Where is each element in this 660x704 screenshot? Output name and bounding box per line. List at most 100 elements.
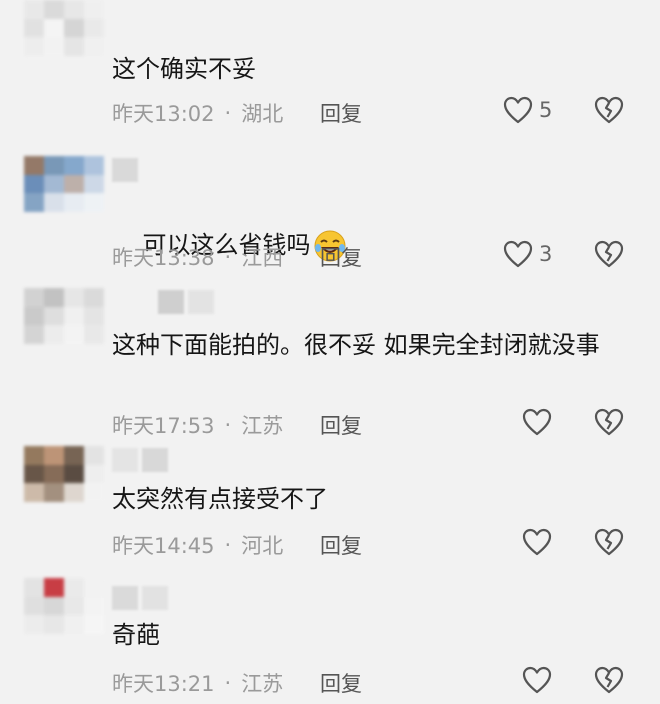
like-button[interactable]: 3 bbox=[503, 240, 552, 268]
avatar[interactable] bbox=[24, 156, 104, 212]
comment-location: 江苏 bbox=[241, 672, 284, 696]
avatar-pixel bbox=[44, 578, 64, 597]
avatar[interactable] bbox=[24, 0, 104, 56]
comment-text: 太突然有点接受不了 bbox=[112, 485, 328, 513]
avatar-pixel bbox=[64, 37, 84, 56]
avatar-pixel bbox=[84, 464, 104, 484]
broken-heart-icon bbox=[594, 240, 624, 268]
avatar-pixel bbox=[84, 596, 104, 616]
avatar-pixel bbox=[84, 193, 104, 212]
dislike-button[interactable] bbox=[594, 528, 624, 556]
avatar-pixel bbox=[24, 288, 44, 307]
dislike-button[interactable] bbox=[594, 408, 624, 436]
reply-button[interactable]: 回复 bbox=[320, 98, 362, 128]
comment-meta: 昨天14:45 · 河北 bbox=[112, 530, 283, 560]
broken-heart-icon bbox=[594, 528, 624, 556]
like-button[interactable] bbox=[522, 528, 552, 556]
comment-time: 昨天13:21 bbox=[112, 672, 215, 696]
avatar-pixel bbox=[84, 446, 104, 465]
comment-meta: 昨天13:21 · 江苏 bbox=[112, 668, 283, 698]
avatar[interactable] bbox=[24, 578, 104, 634]
comment-time: 昨天14:45 bbox=[112, 534, 215, 558]
avatar-pixel bbox=[24, 615, 44, 634]
avatar-pixel bbox=[44, 0, 64, 19]
reply-button[interactable]: 回复 bbox=[320, 530, 362, 560]
comment-text: 这个确实不妥 bbox=[112, 55, 256, 83]
avatar-pixel bbox=[64, 325, 84, 344]
avatar[interactable] bbox=[24, 288, 104, 344]
avatar-pixel bbox=[64, 0, 84, 19]
broken-heart-icon bbox=[594, 408, 624, 436]
dislike-button[interactable] bbox=[594, 240, 624, 268]
like-button[interactable]: 5 bbox=[503, 96, 552, 124]
avatar-pixel bbox=[84, 578, 104, 597]
avatar-pixel bbox=[64, 156, 84, 175]
username-blurred bbox=[112, 586, 168, 610]
meta-separator: · bbox=[224, 101, 232, 125]
avatar-pixel bbox=[64, 174, 84, 194]
avatar-pixel bbox=[64, 578, 84, 597]
avatar-pixel bbox=[64, 18, 84, 38]
dislike-button[interactable] bbox=[594, 666, 624, 694]
avatar-pixel bbox=[64, 615, 84, 634]
meta-separator: · bbox=[224, 245, 232, 269]
avatar-pixel bbox=[24, 193, 44, 212]
avatar-pixel bbox=[44, 174, 64, 194]
comment-meta: 昨天13:02 · 湖北 bbox=[112, 98, 283, 128]
username-blurred bbox=[158, 290, 214, 314]
meta-separator: · bbox=[224, 413, 232, 437]
comment-meta: 昨天13:38 · 江西 bbox=[112, 242, 283, 272]
avatar-pixel bbox=[64, 596, 84, 616]
broken-heart-icon bbox=[594, 96, 624, 124]
comment-time: 昨天17:53 bbox=[112, 414, 215, 438]
avatar-pixel bbox=[84, 615, 104, 634]
comment-meta: 昨天17:53 · 江苏 bbox=[112, 410, 283, 440]
avatar-pixel bbox=[84, 288, 104, 307]
heart-icon bbox=[522, 666, 552, 694]
comment-time: 昨天13:38 bbox=[112, 246, 215, 270]
comment-text: 奇葩 bbox=[112, 621, 160, 649]
comment-text: 这种下面能拍的。很不妥 如果完全封闭就没事 bbox=[112, 331, 600, 359]
avatar-pixel bbox=[24, 156, 44, 175]
username-blurred bbox=[112, 158, 138, 182]
comment-location: 江西 bbox=[241, 246, 284, 270]
avatar-pixel bbox=[84, 483, 104, 502]
meta-separator: · bbox=[224, 671, 232, 695]
avatar-pixel bbox=[64, 288, 84, 307]
comment-location: 江苏 bbox=[241, 414, 284, 438]
reply-button[interactable]: 回复 bbox=[320, 668, 362, 698]
avatar[interactable] bbox=[24, 446, 104, 502]
comment-location: 河北 bbox=[241, 534, 284, 558]
reply-button[interactable]: 回复 bbox=[320, 410, 362, 440]
avatar-pixel bbox=[84, 156, 104, 175]
avatar-pixel bbox=[84, 325, 104, 344]
avatar-pixel bbox=[44, 615, 64, 634]
avatar-pixel bbox=[24, 596, 44, 616]
avatar-pixel bbox=[64, 306, 84, 326]
dislike-button[interactable] bbox=[594, 96, 624, 124]
avatar-pixel bbox=[24, 578, 44, 597]
comment-location: 湖北 bbox=[241, 102, 284, 126]
avatar-pixel bbox=[84, 37, 104, 56]
meta-separator: · bbox=[224, 533, 232, 557]
avatar-pixel bbox=[64, 464, 84, 484]
reply-button[interactable]: 回复 bbox=[320, 242, 362, 272]
avatar-pixel bbox=[44, 288, 64, 307]
avatar-pixel bbox=[44, 464, 64, 484]
avatar-pixel bbox=[24, 37, 44, 56]
broken-heart-icon bbox=[594, 666, 624, 694]
avatar-pixel bbox=[24, 325, 44, 344]
avatar-pixel bbox=[24, 483, 44, 502]
avatar-pixel bbox=[24, 174, 44, 194]
avatar-pixel bbox=[44, 306, 64, 326]
avatar-pixel bbox=[84, 306, 104, 326]
heart-icon bbox=[522, 528, 552, 556]
avatar-pixel bbox=[44, 596, 64, 616]
like-button[interactable] bbox=[522, 408, 552, 436]
avatar-pixel bbox=[84, 0, 104, 19]
like-button[interactable] bbox=[522, 666, 552, 694]
avatar-pixel bbox=[24, 464, 44, 484]
avatar-pixel bbox=[24, 18, 44, 38]
heart-icon bbox=[522, 408, 552, 436]
avatar-pixel bbox=[64, 483, 84, 502]
